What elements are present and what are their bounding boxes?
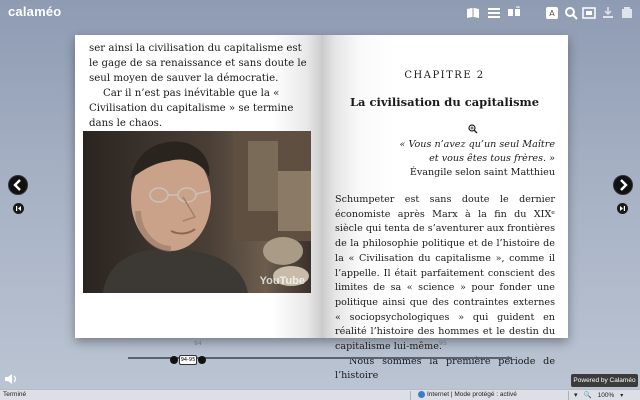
- book-icon[interactable]: [466, 6, 480, 20]
- flipbook: ser ainsi la civilisation du capitalisme…: [75, 35, 568, 381]
- zoom-glass-icon: 🔍: [583, 392, 592, 399]
- sound-icon[interactable]: [4, 371, 18, 385]
- protected-mode-icon: ▾: [574, 392, 578, 399]
- zoom-control[interactable]: ▾ 🔍 100% ▾: [574, 391, 624, 400]
- zoom-level: 100%: [597, 391, 615, 399]
- top-toolbar: calaméo A: [0, 0, 640, 26]
- right-page-number: 95: [439, 340, 447, 347]
- left-page[interactable]: ser ainsi la civilisation du capitalisme…: [75, 35, 321, 338]
- translate-icon[interactable]: A: [545, 6, 559, 20]
- epigraph: « Vous n’avez qu’un seul Maître et vous …: [355, 138, 555, 180]
- right-paragraph-1: Schumpeter est sans doute le dernier éco…: [335, 194, 555, 353]
- skip-last-icon: [620, 206, 625, 211]
- slider-prev-icon[interactable]: [170, 356, 178, 364]
- status-text: Terminé: [3, 391, 27, 398]
- page-slider-thumb[interactable]: 94-95: [170, 354, 206, 366]
- pages-icon[interactable]: [507, 6, 521, 20]
- slider-page-label: 94-95: [179, 355, 197, 365]
- powered-by-badge[interactable]: Powered by Calaméo: [571, 374, 638, 387]
- right-page[interactable]: CHAPITRE 2 La civilisation du capitalism…: [321, 35, 568, 381]
- browser-status-bar: Terminé Internet | Mode protégé : activé…: [0, 389, 640, 400]
- first-page-button[interactable]: [13, 203, 24, 214]
- epigraph-line-2: et vous êtes tous frères. »: [429, 153, 555, 164]
- previous-page-button[interactable]: [8, 175, 28, 195]
- left-page-number: 94: [194, 340, 202, 347]
- share-icon[interactable]: [620, 6, 634, 20]
- slider-next-icon[interactable]: [198, 356, 206, 364]
- status-divider: [410, 391, 411, 400]
- youtube-watermark: YouTube: [259, 275, 305, 287]
- svg-text:A: A: [549, 9, 555, 18]
- epigraph-source: Évangile selon saint Matthieu: [409, 167, 555, 178]
- status-divider: [568, 391, 569, 400]
- video-frame: [83, 131, 311, 293]
- globe-icon: [418, 391, 425, 398]
- right-paragraph-2: Nous sommes la première période de l’his…: [335, 355, 555, 382]
- embedded-video[interactable]: YouTube: [83, 131, 311, 293]
- chevron-down-icon: ▾: [620, 392, 624, 399]
- chapter-title: La civilisation du capitalisme: [349, 95, 540, 109]
- download-icon[interactable]: [601, 6, 615, 20]
- right-page-text: Schumpeter est sans doute le dernier éco…: [335, 193, 555, 384]
- list-icon[interactable]: [487, 6, 501, 20]
- calameo-logo[interactable]: calaméo: [8, 4, 61, 19]
- last-page-button[interactable]: [617, 203, 628, 214]
- security-zone-label: Internet | Mode protégé : activé: [427, 391, 517, 398]
- security-zone[interactable]: Internet | Mode protégé : activé: [418, 391, 517, 398]
- fullscreen-icon[interactable]: [582, 6, 596, 20]
- left-paragraph-2: Car il n’est pas inévitable que la « Civ…: [89, 88, 294, 129]
- chevron-right-icon: [620, 179, 628, 191]
- chevron-left-icon: [13, 179, 21, 191]
- skip-first-icon: [16, 206, 21, 211]
- next-page-button[interactable]: [613, 175, 633, 195]
- search-icon[interactable]: [564, 6, 578, 20]
- chapter-heading: CHAPITRE 2: [404, 70, 485, 81]
- left-paragraph-1: ser ainsi la civilisation du capitalisme…: [89, 43, 307, 84]
- zoom-icon[interactable]: [468, 119, 478, 134]
- left-page-text: ser ainsi la civilisation du capitalisme…: [89, 41, 311, 131]
- epigraph-line-1: « Vous n’avez qu’un seul Maître: [399, 139, 555, 150]
